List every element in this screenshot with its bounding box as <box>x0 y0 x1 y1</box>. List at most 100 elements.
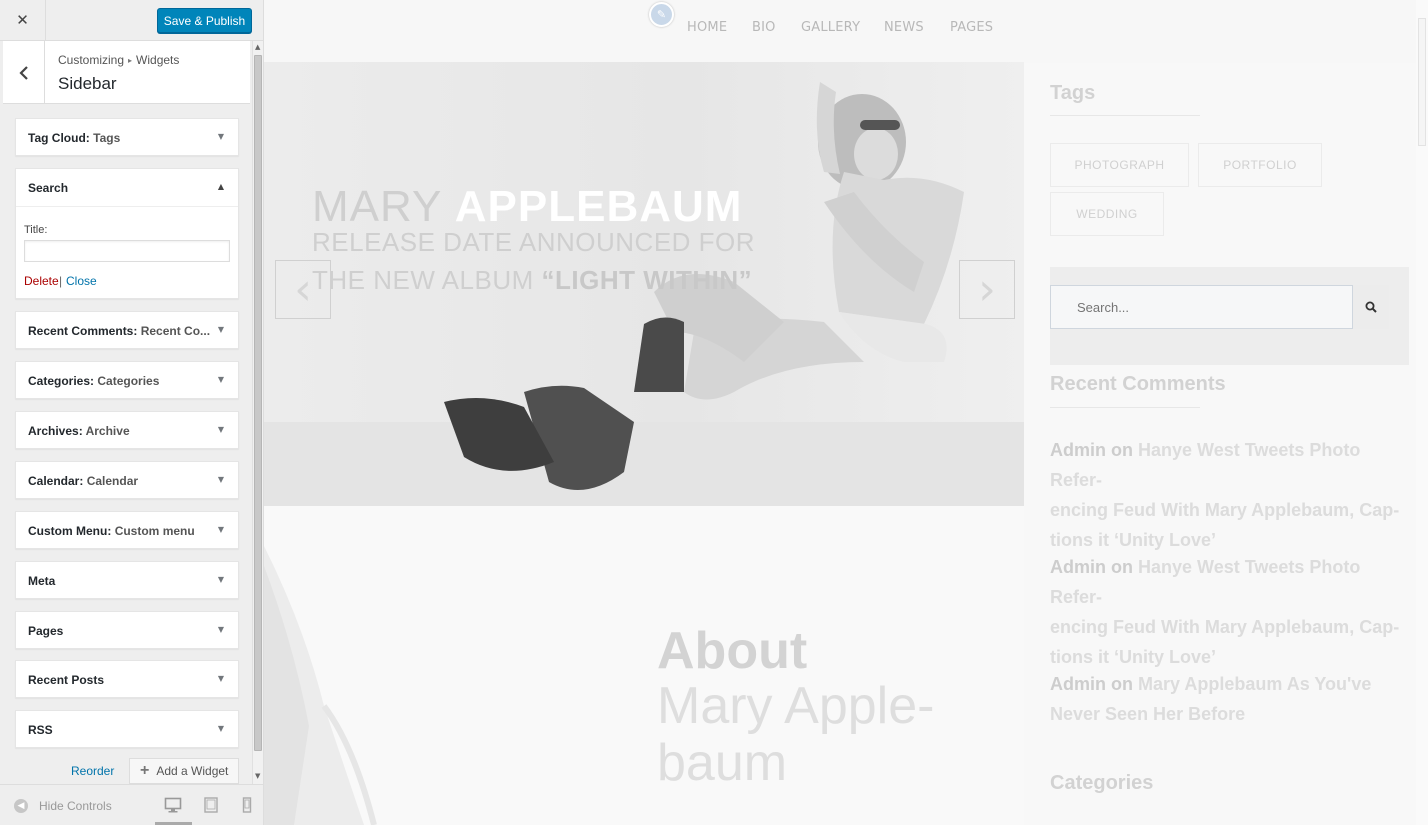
widget-meta[interactable]: Meta ▼ <box>15 561 239 599</box>
expand-arrow-icon[interactable]: ▼ <box>218 724 224 733</box>
expand-arrow-icon[interactable]: ▼ <box>218 525 224 534</box>
sidebar-search-input[interactable] <box>1050 285 1353 329</box>
nav-item-gallery[interactable]: GALLERY <box>801 20 860 35</box>
widget-search-expanded: Search ▲ Title: Delete | Close <box>15 168 239 299</box>
site-sidebar: Tags PHOTOGRAPH PORTFOLIO WEDDING Recent… <box>1024 63 1416 825</box>
site-navigation: ✎ HOME BIO GALLERY NEWS PAGES <box>264 0 1428 60</box>
panel-scrollbar[interactable]: ▲ ▼ <box>252 41 263 784</box>
heading-underline <box>1050 407 1200 408</box>
expand-arrow-icon[interactable]: ▼ <box>218 575 224 584</box>
comment-post-link-cont[interactable]: Never Seen Her Before <box>1050 704 1245 724</box>
customizer-header: ✕ Save & Publish <box>0 0 263 41</box>
about-photo <box>264 546 377 825</box>
scroll-down-icon[interactable]: ▼ <box>255 772 260 780</box>
widget-name: Tag Cloud <box>28 131 86 145</box>
about-heading: About <box>657 622 808 680</box>
widget-recent-comments[interactable]: Recent Comments: Recent Co... ▼ <box>15 311 239 349</box>
preview-scrollbar-thumb[interactable] <box>1418 18 1426 146</box>
mobile-icon[interactable] <box>238 797 256 813</box>
pencil-icon: ✎ <box>656 8 667 21</box>
tablet-icon[interactable] <box>202 797 220 813</box>
about-name-line1: Mary Apple- <box>657 677 935 735</box>
comment-post-link[interactable]: Mary Applebaum As You've <box>1138 674 1371 694</box>
comment-item: Admin on Hanye West Tweets Photo Refer-e… <box>1050 440 1400 550</box>
widget-recent-posts[interactable]: Recent Posts ▼ <box>15 660 239 698</box>
back-button[interactable] <box>3 41 45 104</box>
expand-arrow-icon[interactable]: ▼ <box>218 674 224 683</box>
collapse-arrow-icon[interactable]: ▲ <box>218 182 224 191</box>
recent-comments-heading: Recent Comments <box>1050 373 1226 395</box>
tag-photograph[interactable]: PHOTOGRAPH <box>1050 143 1189 187</box>
hero-slider: MARY APPLEBAUM RELEASE DATE ANNOUNCED FO… <box>264 62 1024 506</box>
hide-controls-label: Hide Controls <box>39 799 112 813</box>
comment-post-link-cont[interactable]: tions it ‘Unity Love’ <box>1050 530 1216 550</box>
widget-search-header[interactable]: Search ▲ <box>16 169 238 207</box>
comment-author[interactable]: Admin <box>1050 557 1106 577</box>
reorder-link[interactable]: Reorder <box>71 764 114 778</box>
section-header: Customizing ▸ Widgets Sidebar <box>3 41 250 104</box>
comment-author[interactable]: Admin <box>1050 440 1106 460</box>
delete-link[interactable]: Delete <box>24 274 59 288</box>
widget-subtitle: Categories <box>97 374 160 388</box>
about-name-line2: baum <box>657 734 788 792</box>
slider-prev-button[interactable]: ‹ <box>275 260 331 319</box>
expand-arrow-icon[interactable]: ▼ <box>218 475 224 484</box>
close-link[interactable]: Close <box>66 274 97 288</box>
tag-portfolio[interactable]: PORTFOLIO <box>1198 143 1322 187</box>
widget-tag-cloud[interactable]: Tag Cloud: Tags ▼ <box>15 118 239 156</box>
widget-name: Calendar <box>28 474 80 488</box>
widget-name: Custom Menu <box>28 524 108 538</box>
widget-pages[interactable]: Pages ▼ <box>15 611 239 649</box>
nav-item-bio[interactable]: BIO <box>752 20 776 35</box>
widget-calendar[interactable]: Calendar: Calendar ▼ <box>15 461 239 499</box>
save-publish-button[interactable]: Save & Publish <box>157 8 252 33</box>
comment-post-link-cont[interactable]: encing Feud With Mary Applebaum, Cap- <box>1050 617 1399 637</box>
slider-next-button[interactable]: › <box>959 260 1015 319</box>
widget-custom-menu[interactable]: Custom Menu: Custom menu ▼ <box>15 511 239 549</box>
section-title: Sidebar <box>58 74 117 93</box>
customizer-footer: ◀ Hide Controls <box>0 784 263 825</box>
widget-name: Recent Comments <box>28 324 134 338</box>
search-icon <box>1365 301 1377 313</box>
expand-arrow-icon[interactable]: ▼ <box>218 625 224 634</box>
edit-shortcut-button[interactable]: ✎ <box>649 2 674 27</box>
nav-item-home[interactable]: HOME <box>687 20 727 35</box>
expand-arrow-icon[interactable]: ▼ <box>218 375 224 384</box>
title-field[interactable] <box>24 240 230 262</box>
widget-archives[interactable]: Archives: Archive ▼ <box>15 411 239 449</box>
tags-heading: Tags <box>1050 82 1096 104</box>
desktop-icon[interactable] <box>164 797 182 813</box>
comment-item: Admin on Mary Applebaum As You've Never S… <box>1050 674 1372 724</box>
tag-wedding[interactable]: WEDDING <box>1050 192 1164 236</box>
add-widget-button[interactable]: + Add a Widget <box>129 758 239 784</box>
comment-post-link-cont[interactable]: tions it ‘Unity Love’ <box>1050 647 1216 667</box>
categories-heading: Categories <box>1050 772 1154 794</box>
scroll-up-icon[interactable]: ▲ <box>255 43 260 51</box>
about-section: About Mary Apple- baum <box>264 506 1024 825</box>
breadcrumb-root: Customizing <box>58 53 125 67</box>
expand-arrow-icon[interactable]: ▼ <box>218 325 224 334</box>
sidebar-search-button[interactable] <box>1353 285 1389 329</box>
comment-post-link-cont[interactable]: encing Feud With Mary Applebaum, Cap- <box>1050 500 1399 520</box>
widget-rss[interactable]: RSS ▼ <box>15 710 239 748</box>
title-label: Title: <box>24 224 48 236</box>
widget-name: Recent Posts <box>28 673 105 687</box>
widget-categories[interactable]: Categories: Categories ▼ <box>15 361 239 399</box>
chevron-left-icon <box>18 65 28 80</box>
widget-subtitle: Tags <box>93 131 121 145</box>
comment-author[interactable]: Admin <box>1050 674 1106 694</box>
breadcrumb-child: Widgets <box>136 53 180 67</box>
hide-controls-button[interactable]: ◀ Hide Controls <box>14 799 112 813</box>
preview-scrollbar[interactable] <box>1416 0 1428 825</box>
nav-item-pages[interactable]: PAGES <box>950 20 993 35</box>
widget-subtitle: Archive <box>85 424 130 438</box>
nav-item-news[interactable]: NEWS <box>884 20 924 35</box>
hero-subtitle-line1: RELEASE DATE ANNOUNCED FOR <box>312 227 756 257</box>
breadcrumb-separator-icon: ▸ <box>128 56 133 65</box>
scrollbar-thumb[interactable] <box>254 55 262 751</box>
close-customizer-button[interactable]: ✕ <box>0 0 46 40</box>
widget-name: Meta <box>28 574 56 588</box>
expand-arrow-icon[interactable]: ▼ <box>218 425 224 434</box>
customizer-panel: ✕ Save & Publish Customizing ▸ Widgets Sid… <box>0 0 264 825</box>
expand-arrow-icon[interactable]: ▼ <box>218 132 224 141</box>
